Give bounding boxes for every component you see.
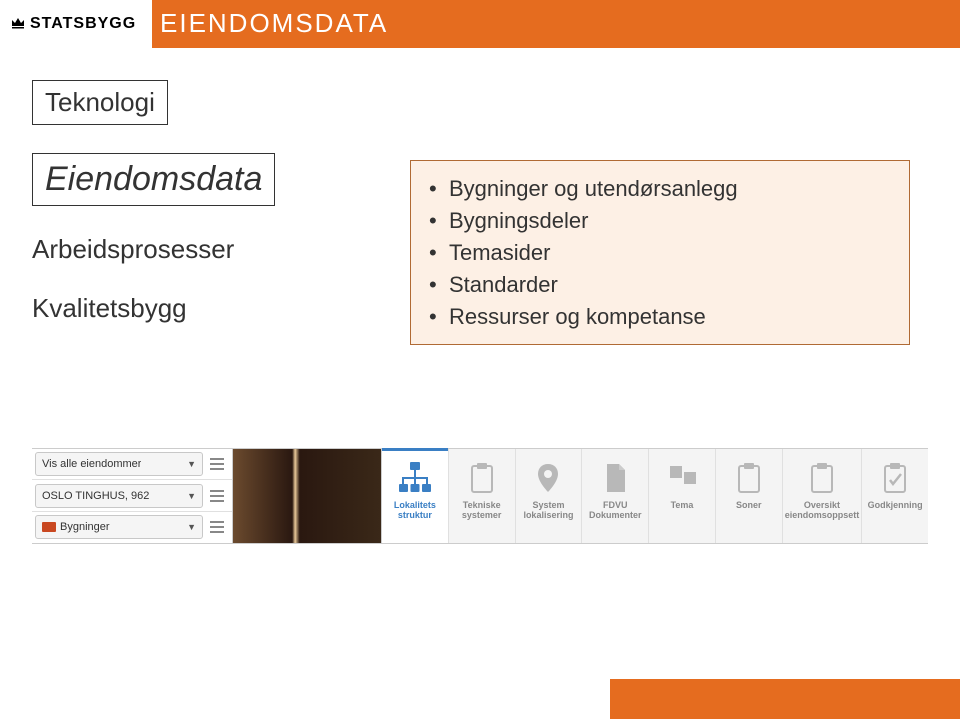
dropdown-label: Bygninger [60, 521, 110, 533]
toolbar-left: Vis alle eiendommer ▼ OSLO TINGHUS, 962 … [32, 449, 232, 543]
crown-icon [10, 14, 26, 35]
tab-lokalitets-struktur[interactable]: Lokalitets struktur [382, 449, 449, 543]
page-title: EIENDOMSDATA [160, 8, 388, 39]
toolbar-tabs: Lokalitets struktur Tekniske systemer Sy… [382, 449, 928, 543]
chevron-down-icon: ▼ [187, 522, 196, 532]
chevron-down-icon: ▼ [187, 459, 196, 469]
box-eiendomsdata: Eiendomsdata [32, 153, 275, 206]
box-teknologi: Teknologi [32, 80, 168, 125]
tab-label: Tekniske systemer [449, 501, 515, 521]
dropdown-label: Vis alle eiendommer [42, 458, 141, 470]
header-bar: STATSBYGG EIENDOMSDATA [0, 0, 960, 48]
tab-label: Oversikt eiendomsoppsett [783, 501, 862, 521]
dropdown-label: OSLO TINGHUS, 962 [42, 490, 149, 502]
line-arbeidsprosesser: Arbeidsprosesser [32, 234, 332, 265]
menu-icon[interactable] [206, 458, 228, 470]
dropdown-row: Vis alle eiendommer ▼ [32, 449, 232, 480]
map-pin-icon [525, 455, 571, 501]
tab-fdvu-dokumenter[interactable]: FDVU Dokumenter [582, 449, 649, 543]
app-toolbar: Vis alle eiendommer ▼ OSLO TINGHUS, 962 … [32, 448, 928, 544]
tab-soner[interactable]: Soner [716, 449, 783, 543]
menu-icon[interactable] [206, 490, 228, 502]
dropdown-bygninger[interactable]: Bygninger ▼ [35, 515, 203, 539]
menu-icon[interactable] [206, 521, 228, 533]
tab-tekniske-systemer[interactable]: Tekniske systemer [449, 449, 516, 543]
bullet-item: Standarder [429, 269, 891, 301]
clipboard-check-icon [872, 455, 918, 501]
squares-icon [659, 455, 705, 501]
dropdown-row: OSLO TINGHUS, 962 ▼ [32, 480, 232, 511]
bullet-item: Ressurser og kompetanse [429, 301, 891, 333]
tab-godkjenning[interactable]: Godkjenning [862, 449, 928, 543]
clipboard-icon [459, 455, 505, 501]
tab-label: Lokalitets struktur [382, 501, 448, 521]
tab-label: FDVU Dokumenter [582, 501, 648, 521]
building-thumbnail [232, 449, 382, 543]
dropdown-oslo-tinghus[interactable]: OSLO TINGHUS, 962 ▼ [35, 484, 203, 508]
tab-tema[interactable]: Tema [649, 449, 716, 543]
org-chart-icon [392, 455, 438, 501]
line-kvalitetsbygg: Kvalitetsbygg [32, 293, 332, 324]
logo-box: STATSBYGG [0, 0, 152, 48]
tab-label: Soner [734, 501, 764, 511]
tab-oversikt-eiendomsoppsett[interactable]: Oversikt eiendomsoppsett [783, 449, 863, 543]
dropdown-row: Bygninger ▼ [32, 512, 232, 543]
tab-label: Godkjenning [866, 501, 925, 511]
chevron-down-icon: ▼ [187, 491, 196, 501]
clipboard-icon [799, 455, 845, 501]
bullet-panel: Bygninger og utendørsanlegg Bygningsdele… [410, 160, 910, 345]
bullet-item: Bygninger og utendørsanlegg [429, 173, 891, 205]
clipboard-icon [726, 455, 772, 501]
document-icon [592, 455, 638, 501]
bullet-item: Temasider [429, 237, 891, 269]
tab-system-lokalisering[interactable]: System lokalisering [516, 449, 583, 543]
footer-accent [610, 679, 960, 719]
dropdown-all-eiendommer[interactable]: Vis alle eiendommer ▼ [35, 452, 203, 476]
tab-label: Tema [669, 501, 696, 511]
bullet-list: Bygninger og utendørsanlegg Bygningsdele… [429, 173, 891, 332]
folder-icon [42, 522, 56, 532]
tab-label: System lokalisering [516, 501, 582, 521]
bullet-item: Bygningsdeler [429, 205, 891, 237]
logo-text: STATSBYGG [30, 15, 136, 33]
left-column: Teknologi Eiendomsdata Arbeidsprosesser … [32, 80, 332, 352]
